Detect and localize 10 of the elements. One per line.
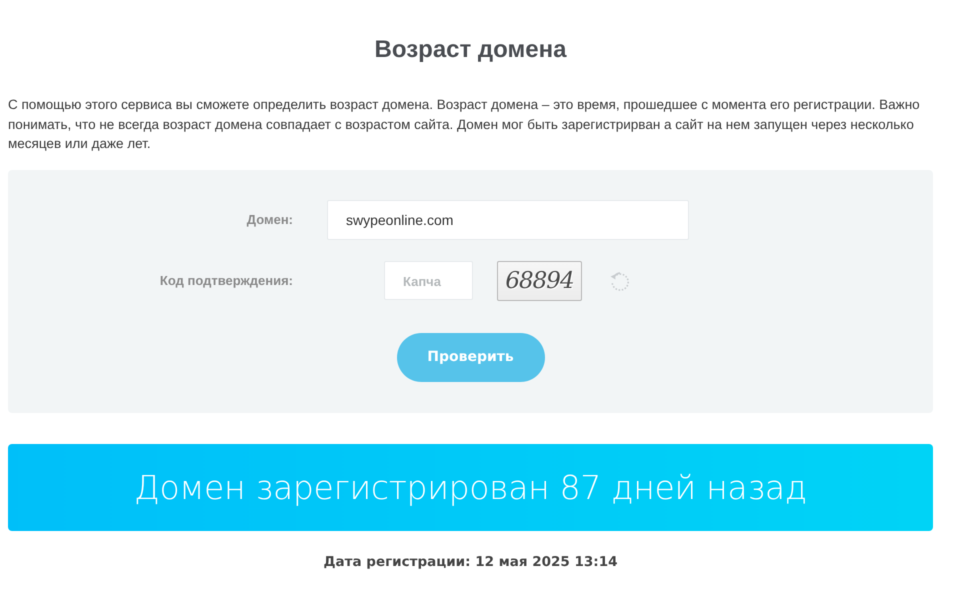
page-title: Возраст домена	[374, 36, 568, 64]
result-banner: Домен зарегистрирован 87 дней назад	[8, 444, 933, 530]
captcha-input[interactable]: Капча	[384, 261, 473, 300]
field-label: Код подтверждения:	[158, 273, 293, 288]
domain-input[interactable]: swypeonline.com	[327, 200, 689, 240]
description-text: С помощью этого сервиса вы сможете определить возраст домена. Возраст домена – это время, прошедшее с момента его регистрации. Важно понимать, что не всегда возраст домена совпадает с возрастом сайта. Домен мог быть зарегистрирван а сайт на нем запущен через несколько месяцев или даже лет.	[8, 96, 921, 153]
refresh-icon[interactable]	[609, 270, 631, 292]
field-label: Домен:	[246, 212, 293, 227]
captcha-image: 68894	[497, 260, 582, 300]
registration-date: Дата регистрации: 12 мая 2025 13:14	[322, 554, 618, 570]
